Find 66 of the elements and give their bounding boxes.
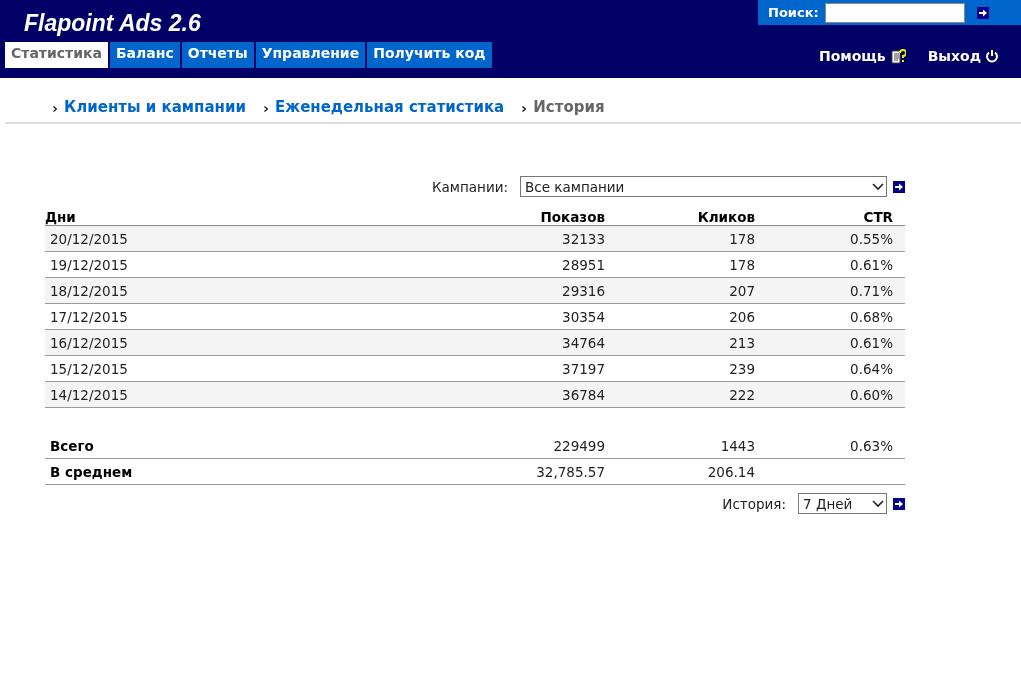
table-cell-text: 19/12/2015 [50, 256, 129, 273]
header-link[interactable]: Помощь [818, 48, 906, 64]
table-cell-text: 37197 [561, 360, 605, 377]
table-cell-text: 0.60% [849, 386, 893, 403]
help-document-icon [889, 48, 906, 64]
table-cell-text: 16/12/2015 [50, 334, 129, 351]
table-cell-text: 20/12/2015 [50, 230, 129, 247]
filter-label: Кампании: [431, 178, 508, 195]
go-arrow-icon[interactable] [893, 180, 905, 193]
table-cell-text: 239 [728, 360, 755, 377]
dropdown[interactable]: Все кампании [520, 176, 887, 197]
table-cell-text: 213 [728, 334, 755, 351]
column-header: Кликов [696, 209, 755, 225]
chevron-down-icon [872, 182, 884, 191]
chevron-icon [522, 106, 527, 112]
table-cell-text: 0.63% [849, 437, 893, 454]
column-header: Дни [45, 209, 77, 225]
table-cell-text: 36784 [561, 386, 605, 403]
table-cell-text: 18/12/2015 [50, 282, 129, 299]
dropdown[interactable]: 7 Дней [798, 493, 887, 514]
table-cell-text: 207 [728, 282, 755, 299]
table-cell-text: 0.61% [849, 334, 893, 351]
breadcrumb-link[interactable]: Клиенты и кампании [64, 98, 246, 116]
breadcrumb-link[interactable]: История [533, 98, 605, 116]
nav-tab[interactable]: Баланс [109, 42, 180, 68]
column-header: Показов [539, 209, 605, 225]
table-cell-text: 28951 [561, 256, 605, 273]
table-cell-text: 178 [728, 256, 755, 273]
table-cell-text: 0.68% [849, 308, 893, 325]
go-arrow-icon[interactable] [976, 6, 989, 19]
table-cell-text: 14/12/2015 [50, 386, 129, 403]
power-icon [985, 49, 999, 63]
table-cell-text: 30354 [561, 308, 605, 325]
table-cell-text: 0.55% [849, 230, 893, 247]
table-cell-text: 29316 [561, 282, 605, 299]
table-cell-text: 0.64% [849, 360, 893, 377]
search-label: Поиск: [768, 5, 819, 20]
column-header: CTR [862, 209, 893, 225]
table-cell-text: 1443 [719, 437, 755, 454]
table-cell-text: 15/12/2015 [50, 360, 129, 377]
search-field[interactable] [824, 2, 965, 23]
table-cell-text: Всего [50, 437, 95, 454]
table-cell-text: В среднем [50, 463, 134, 480]
app-title: Flapoint Ads 2.6 [24, 10, 201, 37]
table-cell-text: 32,785.57 [535, 463, 605, 480]
go-arrow-icon[interactable] [893, 497, 905, 510]
table-cell-text: 0.71% [849, 282, 893, 299]
table-cell-text: 0.61% [849, 256, 893, 273]
table-cell-text: 206 [728, 308, 755, 325]
table-cell-text: 229499 [552, 437, 605, 454]
nav-tab[interactable]: Получить код [367, 42, 492, 68]
nav-tab[interactable]: Статистика [5, 42, 108, 68]
table-cell-text: 17/12/2015 [50, 308, 129, 325]
chevron-icon [263, 106, 268, 112]
table-cell-text: 222 [728, 386, 755, 403]
nav-tab[interactable]: Отчеты [181, 42, 254, 68]
chevron-down-icon [872, 499, 884, 508]
table-cell-text: 34764 [561, 334, 605, 351]
table-cell-text: 178 [728, 230, 755, 247]
header-link[interactable]: Выход [927, 48, 999, 64]
table-cell-text: 32133 [561, 230, 605, 247]
table-cell-text: 206.14 [706, 463, 755, 480]
filter-label: История: [722, 495, 786, 512]
nav-tab[interactable]: Управление [255, 42, 366, 68]
breadcrumb-link[interactable]: Еженедельная статистика [274, 98, 505, 116]
chevron-icon [53, 106, 57, 112]
